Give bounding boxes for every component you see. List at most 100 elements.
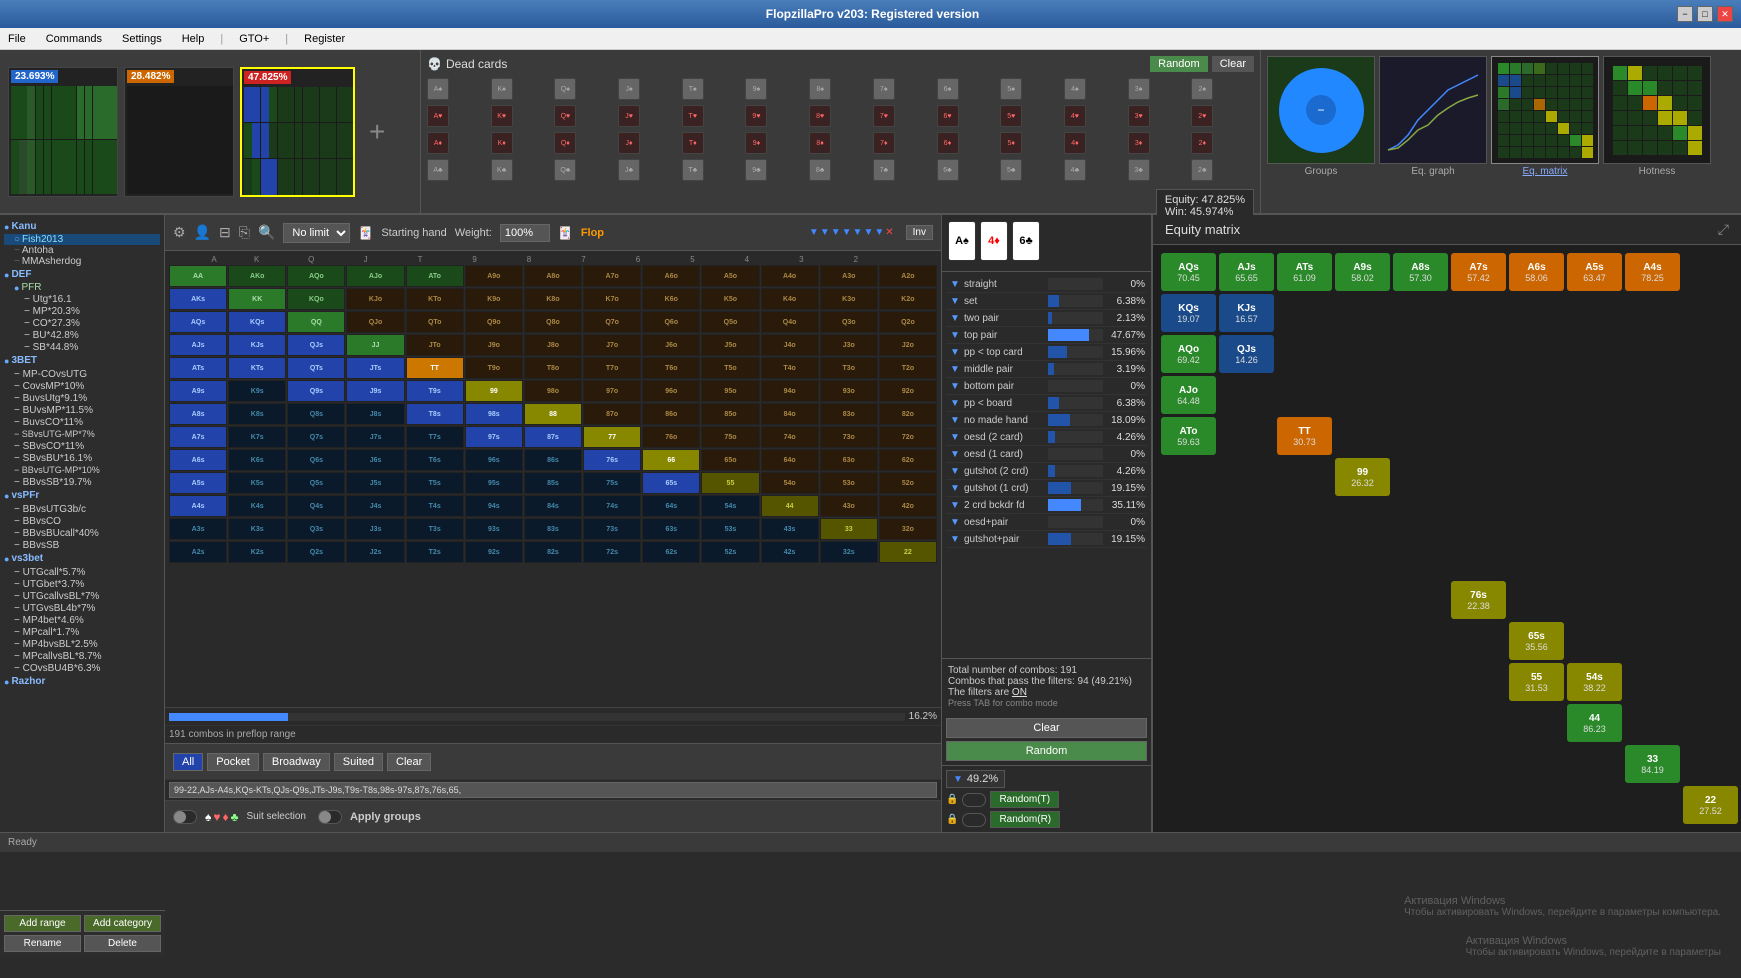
tree-item-utg16[interactable]: − Utg*16.1 [4, 293, 160, 305]
hand-cell[interactable]: KQo [287, 288, 345, 310]
hand-cell[interactable]: A8o [524, 265, 582, 287]
matrix-cell[interactable]: 54s38.22 [1567, 663, 1622, 701]
hand-cell[interactable]: AJs [169, 334, 227, 356]
suit-toggle[interactable] [173, 810, 197, 824]
hand-cell[interactable]: 96s [465, 449, 523, 471]
card-7d[interactable]: 7♦ [873, 132, 895, 154]
hand-cell[interactable]: J7o [583, 334, 641, 356]
hand-cell[interactable]: KJo [346, 288, 404, 310]
hand-cell[interactable]: A5s [169, 472, 227, 494]
hand-cell[interactable]: JTs [346, 357, 404, 379]
filter-arrow-7[interactable]: ▼ [874, 227, 884, 238]
filter-icon[interactable]: ⊟ [219, 224, 231, 241]
search-icon[interactable]: 🔍 [258, 224, 275, 241]
tree-item-covsbu4b[interactable]: − COvsBU4B*6.3% [4, 662, 160, 674]
hand-cell[interactable]: 95o [701, 380, 759, 402]
hand-cell[interactable]: 93o [820, 380, 878, 402]
filter-row[interactable]: ▼pp < top card15.96% [946, 344, 1147, 361]
hand-cell[interactable]: AJo [346, 265, 404, 287]
matrix-cell[interactable]: 4486.23 [1567, 704, 1622, 742]
filter-row[interactable]: ▼gutshot+pair19.15% [946, 531, 1147, 548]
hand-cell[interactable]: J4s [346, 495, 404, 517]
hand-cell[interactable]: KJs [228, 334, 286, 356]
close-button[interactable]: ✕ [1717, 6, 1733, 22]
suit-icon-c[interactable]: ♣ [231, 810, 239, 824]
all-button[interactable]: All [173, 753, 203, 771]
filter-row[interactable]: ▼no made hand18.09% [946, 412, 1147, 429]
hand-cell[interactable]: J5o [701, 334, 759, 356]
hand-cell[interactable]: 87o [583, 403, 641, 425]
tree-item-mp4bet[interactable]: − MP4bet*4.6% [4, 614, 160, 626]
tree-item-mp-coutg[interactable]: − MP-COvsUTG [4, 368, 160, 380]
hand-cell[interactable]: J8o [524, 334, 582, 356]
hand-cell[interactable]: A4o [761, 265, 819, 287]
suit-icon-s[interactable]: ♠ [205, 810, 211, 824]
hand-cell[interactable]: T7o [583, 357, 641, 379]
matrix-cell[interactable]: 9926.32 [1335, 458, 1390, 496]
card-Td[interactable]: T♦ [682, 132, 704, 154]
hand-cell[interactable]: AKo [228, 265, 286, 287]
card-Ah[interactable]: A♥ [427, 105, 449, 127]
hand-cell[interactable]: 98o [524, 380, 582, 402]
menu-gto[interactable]: GTO+ [235, 31, 273, 47]
hand-cell[interactable]: JJ [346, 334, 404, 356]
filter-row[interactable]: ▼oesd+pair0% [946, 514, 1147, 531]
random-r-toggle[interactable] [962, 813, 986, 827]
card-3s[interactable]: 3♠ [1128, 78, 1150, 100]
hand-cell[interactable]: 52o [879, 472, 937, 494]
hand-cell[interactable]: 86s [524, 449, 582, 471]
hand-cell[interactable]: K4s [228, 495, 286, 517]
card-5c[interactable]: 5♣ [1000, 159, 1022, 181]
matrix-cell[interactable]: 2227.52 [1683, 786, 1738, 824]
tree-item-def[interactable]: ● DEF [4, 267, 160, 282]
hand-cell[interactable]: Q9s [287, 380, 345, 402]
hand-cell[interactable]: 22 [879, 541, 937, 563]
tree-item-covsmp[interactable]: − CovsMP*10% [4, 380, 160, 392]
hand-cell[interactable]: Q2s [287, 541, 345, 563]
hand-cell[interactable]: A3o [820, 265, 878, 287]
hand-cell[interactable]: J9s [346, 380, 404, 402]
range-thumb-2[interactable]: 28.482% [124, 67, 234, 197]
card-5s[interactable]: 5♠ [1000, 78, 1022, 100]
card-Qd[interactable]: Q♦ [554, 132, 576, 154]
hand-cell[interactable]: A2o [879, 265, 937, 287]
card-4s[interactable]: 4♠ [1064, 78, 1086, 100]
hand-cell[interactable]: J6s [346, 449, 404, 471]
weight-input[interactable] [500, 224, 550, 242]
hand-cell[interactable]: 43s [761, 518, 819, 540]
hand-cell[interactable]: 66 [642, 449, 700, 471]
dead-cards-random-button[interactable]: Random [1150, 56, 1208, 72]
matrix-cell[interactable]: AJs65.65 [1219, 253, 1274, 291]
eq-graph-panel-btn[interactable]: Eq. graph [1379, 56, 1487, 207]
matrix-cell[interactable]: 65s35.56 [1509, 622, 1564, 660]
tree-item-fish2013[interactable]: ○ Fish2013 [4, 234, 160, 245]
matrix-cell[interactable]: A9s58.02 [1335, 253, 1390, 291]
random-r-button[interactable]: Random(R) [990, 811, 1060, 828]
card-5h[interactable]: 5♥ [1000, 105, 1022, 127]
hand-cell[interactable]: Q6s [287, 449, 345, 471]
tree-item-utgcall[interactable]: − UTGcall*5.7% [4, 566, 160, 578]
hand-cell[interactable]: 42o [879, 495, 937, 517]
matrix-cell[interactable]: ATo59.63 [1161, 417, 1216, 455]
card-Kd[interactable]: K♦ [491, 132, 513, 154]
card-5d[interactable]: 5♦ [1000, 132, 1022, 154]
hand-cell[interactable]: QTs [287, 357, 345, 379]
filter-badge[interactable]: ▼ 49.2% [946, 770, 1005, 788]
hand-cell[interactable]: KTo [406, 288, 464, 310]
card-Jc[interactable]: J♣ [618, 159, 640, 181]
menu-commands[interactable]: Commands [42, 31, 106, 47]
filter-row[interactable]: ▼two pair2.13% [946, 310, 1147, 327]
hand-cell[interactable]: Q3o [820, 311, 878, 333]
matrix-cell[interactable]: AQs70.45 [1161, 253, 1216, 291]
filter-row[interactable]: ▼oesd (2 card)4.26% [946, 429, 1147, 446]
tree-item-co273[interactable]: − CO*27.3% [4, 317, 160, 329]
hand-cell[interactable]: 32s [820, 541, 878, 563]
card-2h[interactable]: 2♥ [1191, 105, 1213, 127]
hand-cell[interactable]: Q4o [761, 311, 819, 333]
card-Qh[interactable]: Q♥ [554, 105, 576, 127]
hand-cell[interactable]: AA [169, 265, 227, 287]
hand-cell[interactable]: 95s [465, 472, 523, 494]
hand-cell[interactable]: Q7o [583, 311, 641, 333]
menu-register[interactable]: Register [300, 31, 349, 47]
hand-cell[interactable]: TT [406, 357, 464, 379]
